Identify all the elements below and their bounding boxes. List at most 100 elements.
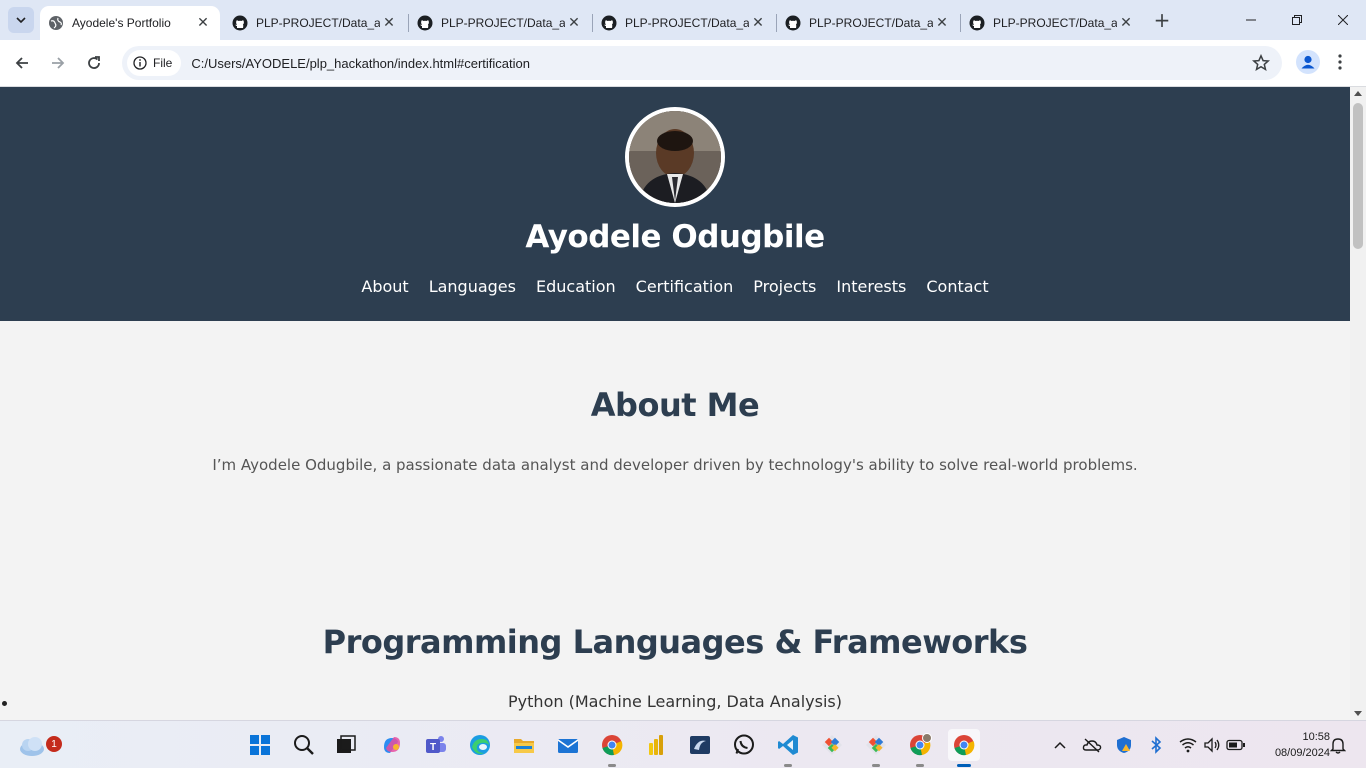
nav-link-education[interactable]: Education: [536, 277, 616, 296]
copilot-icon: [384, 737, 400, 753]
volume-status[interactable]: [1202, 735, 1222, 755]
tab-github-2[interactable]: PLP-PROJECT/Data_a ✕: [409, 6, 591, 40]
notifications-button[interactable]: [1328, 735, 1348, 755]
minimize-button[interactable]: [1228, 0, 1274, 40]
profile-avatar-icon: [1296, 50, 1320, 74]
close-tab-icon[interactable]: ✕: [749, 14, 767, 32]
tab-ayodele-portfolio[interactable]: Ayodele's Portfolio ✕: [40, 6, 220, 40]
address-bar[interactable]: File C:/Users/AYODELE/plp_hackathon/inde…: [122, 46, 1282, 80]
restore-icon: [1292, 15, 1302, 25]
url-text[interactable]: C:/Users/AYODELE/plp_hackathon/index.htm…: [191, 56, 530, 71]
edge-button[interactable]: [464, 729, 496, 761]
bluetooth-icon: [1151, 736, 1162, 754]
profile-button[interactable]: [1296, 50, 1320, 74]
language-item-text: Python (Machine Learning, Data Analysis): [508, 692, 842, 711]
git-button-2[interactable]: [860, 729, 892, 767]
teams-icon: T: [426, 736, 446, 753]
clock[interactable]: 10:58 08/09/2024: [1254, 729, 1330, 761]
security-icon: [1117, 737, 1131, 753]
back-button[interactable]: [8, 49, 36, 77]
github-icon: [785, 15, 801, 31]
teams-button[interactable]: T: [420, 729, 452, 761]
running-indicator: [784, 764, 792, 767]
forward-button[interactable]: [44, 49, 72, 77]
chrome-profile-icon: [910, 733, 932, 756]
notification-badge: 1: [46, 736, 62, 752]
mail-icon: [557, 739, 579, 753]
chrome-button[interactable]: [596, 729, 628, 767]
nav-link-interests[interactable]: Interests: [836, 277, 906, 296]
reload-icon: [88, 56, 100, 69]
close-tab-icon[interactable]: ✕: [380, 14, 398, 32]
running-indicator: [916, 764, 924, 767]
tab-title: PLP-PROJECT/Data_a: [256, 16, 380, 30]
chrome-profile-button[interactable]: [904, 729, 936, 767]
close-tab-icon[interactable]: ✕: [194, 14, 212, 32]
tab-github-3[interactable]: PLP-PROJECT/Data_a ✕: [593, 6, 775, 40]
site-header: Ayodele Odugbile About Languages Educati…: [0, 87, 1350, 321]
close-tab-icon[interactable]: ✕: [933, 14, 951, 32]
reload-button[interactable]: [80, 49, 108, 77]
tab-github-4[interactable]: PLP-PROJECT/Data_a ✕: [777, 6, 959, 40]
languages-heading: Programming Languages & Frameworks: [322, 623, 1028, 661]
copilot-button[interactable]: [376, 729, 408, 761]
chrome-icon: [602, 735, 623, 756]
cloud-icon: [20, 737, 44, 756]
nav-link-projects[interactable]: Projects: [753, 277, 816, 296]
network-status[interactable]: [1178, 735, 1198, 755]
vscode-button[interactable]: [772, 729, 804, 767]
tab-title: PLP-PROJECT/Data_a: [625, 16, 749, 30]
taskbar: 1 T 10:58 08/09/2024: [0, 720, 1366, 768]
mail-button[interactable]: [552, 729, 584, 761]
page-scrollbar[interactable]: [1350, 87, 1366, 720]
tab-github-1[interactable]: PLP-PROJECT/Data_a ✕: [224, 6, 406, 40]
browser-menu-button[interactable]: [1332, 50, 1348, 74]
close-window-button[interactable]: [1320, 0, 1366, 40]
wifi-icon: [1179, 738, 1197, 753]
github-icon: [969, 15, 985, 31]
file-explorer-button[interactable]: [508, 729, 540, 761]
notification-bell-icon: [1330, 738, 1346, 754]
whatsapp-button[interactable]: [728, 729, 760, 761]
close-tab-icon[interactable]: ✕: [1117, 14, 1135, 32]
show-hidden-icons-button[interactable]: [1050, 735, 1070, 755]
power-bi-button[interactable]: [640, 729, 672, 761]
nav-link-languages[interactable]: Languages: [429, 277, 516, 296]
windows-start-button[interactable]: [244, 729, 276, 761]
nav-link-certification[interactable]: Certification: [636, 277, 734, 296]
restore-button[interactable]: [1274, 0, 1320, 40]
search-icon: [294, 735, 314, 755]
battery-status[interactable]: [1226, 735, 1246, 755]
close-icon: [1338, 15, 1348, 25]
github-icon: [232, 15, 248, 31]
onedrive-status[interactable]: [1082, 735, 1102, 755]
git-button[interactable]: [816, 729, 848, 761]
new-tab-button[interactable]: +: [1150, 8, 1174, 32]
close-tab-icon[interactable]: ✕: [565, 14, 583, 32]
browser-tab-strip: Ayodele's Portfolio ✕ PLP-PROJECT/Data_a…: [0, 0, 1366, 40]
nav-link-contact[interactable]: Contact: [926, 277, 988, 296]
scroll-thumb[interactable]: [1353, 103, 1363, 249]
vscode-icon: [778, 735, 798, 755]
nav-link-about[interactable]: About: [361, 277, 408, 296]
site-info-chip[interactable]: File: [127, 50, 182, 76]
bookmark-star-button[interactable]: [1251, 53, 1271, 76]
task-view-button[interactable]: [330, 729, 362, 761]
bullet-icon: [2, 701, 7, 706]
taskbar-search-button[interactable]: [288, 729, 320, 761]
volume-icon: [1204, 737, 1220, 753]
clock-time: 10:58: [1302, 731, 1330, 743]
bluetooth-status[interactable]: [1146, 735, 1166, 755]
scroll-down-arrow-icon[interactable]: [1354, 711, 1362, 716]
git-icon: [866, 735, 886, 755]
sql-server-button[interactable]: [684, 729, 716, 761]
tab-github-5[interactable]: PLP-PROJECT/Data_a ✕: [961, 6, 1143, 40]
tab-search-button[interactable]: [8, 7, 34, 33]
scroll-up-arrow-icon[interactable]: [1354, 91, 1362, 96]
page-viewport: Ayodele Odugbile About Languages Educati…: [0, 87, 1350, 720]
globe-icon: [49, 16, 63, 30]
active-indicator: [957, 764, 971, 767]
security-status[interactable]: [1114, 735, 1134, 755]
chrome-active-button[interactable]: [948, 729, 980, 767]
weather-widget[interactable]: 1: [16, 730, 62, 760]
